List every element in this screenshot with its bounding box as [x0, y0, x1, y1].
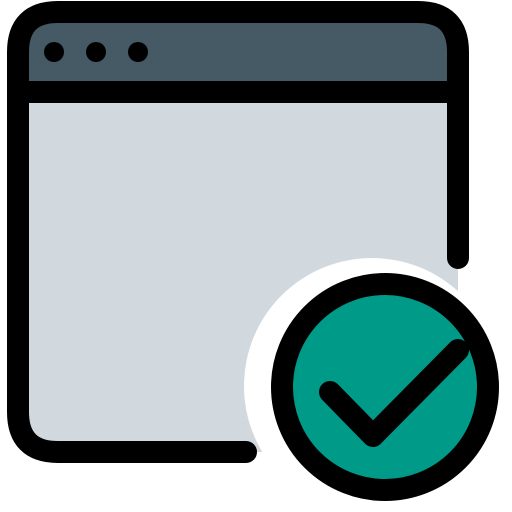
check-circle	[271, 273, 499, 501]
window-dot-3	[128, 42, 148, 62]
browser-window-check-icon	[0, 0, 512, 512]
window-titlebar	[18, 12, 458, 92]
window-dot-1	[44, 42, 64, 62]
window-dot-2	[86, 42, 106, 62]
icon-svg	[7, 1, 500, 512]
